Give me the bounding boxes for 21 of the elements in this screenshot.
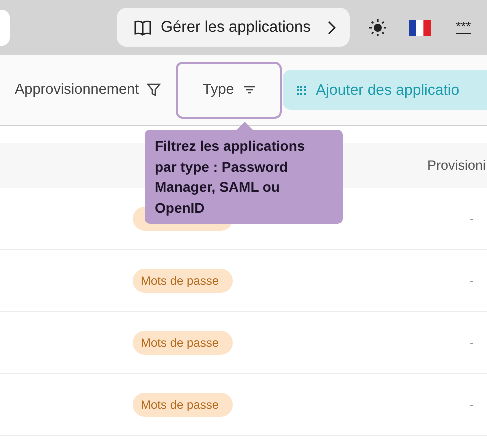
type-tag: Mots de passe	[133, 268, 233, 292]
grid-icon	[297, 86, 306, 94]
sun-icon[interactable]	[369, 18, 387, 36]
chevron-right-icon	[328, 20, 336, 34]
provisioning-filter[interactable]: Approvisionnement	[15, 82, 162, 98]
table-cell: -	[470, 274, 474, 288]
book-icon	[134, 20, 152, 36]
type-tag: Mots de passe	[133, 392, 233, 416]
table-cell: -	[470, 336, 474, 350]
flag-icon[interactable]	[409, 20, 431, 36]
guide-button[interactable]: Gérer les applications	[117, 8, 350, 47]
table-cell: -	[470, 212, 474, 226]
search-field[interactable]	[0, 10, 10, 46]
column-header: Provisioni	[427, 158, 486, 173]
funnel-icon	[147, 83, 162, 97]
type-filter[interactable]: Type	[176, 62, 282, 118]
table-cell: -	[470, 398, 474, 412]
sort-lines-icon	[244, 86, 256, 94]
type-tag: Mots de passe	[133, 330, 233, 354]
tooltip-text: Filtrez les applications par type : Password Manager, SAML ou OpenID	[155, 138, 306, 216]
menu-button[interactable]: ***	[456, 22, 472, 34]
